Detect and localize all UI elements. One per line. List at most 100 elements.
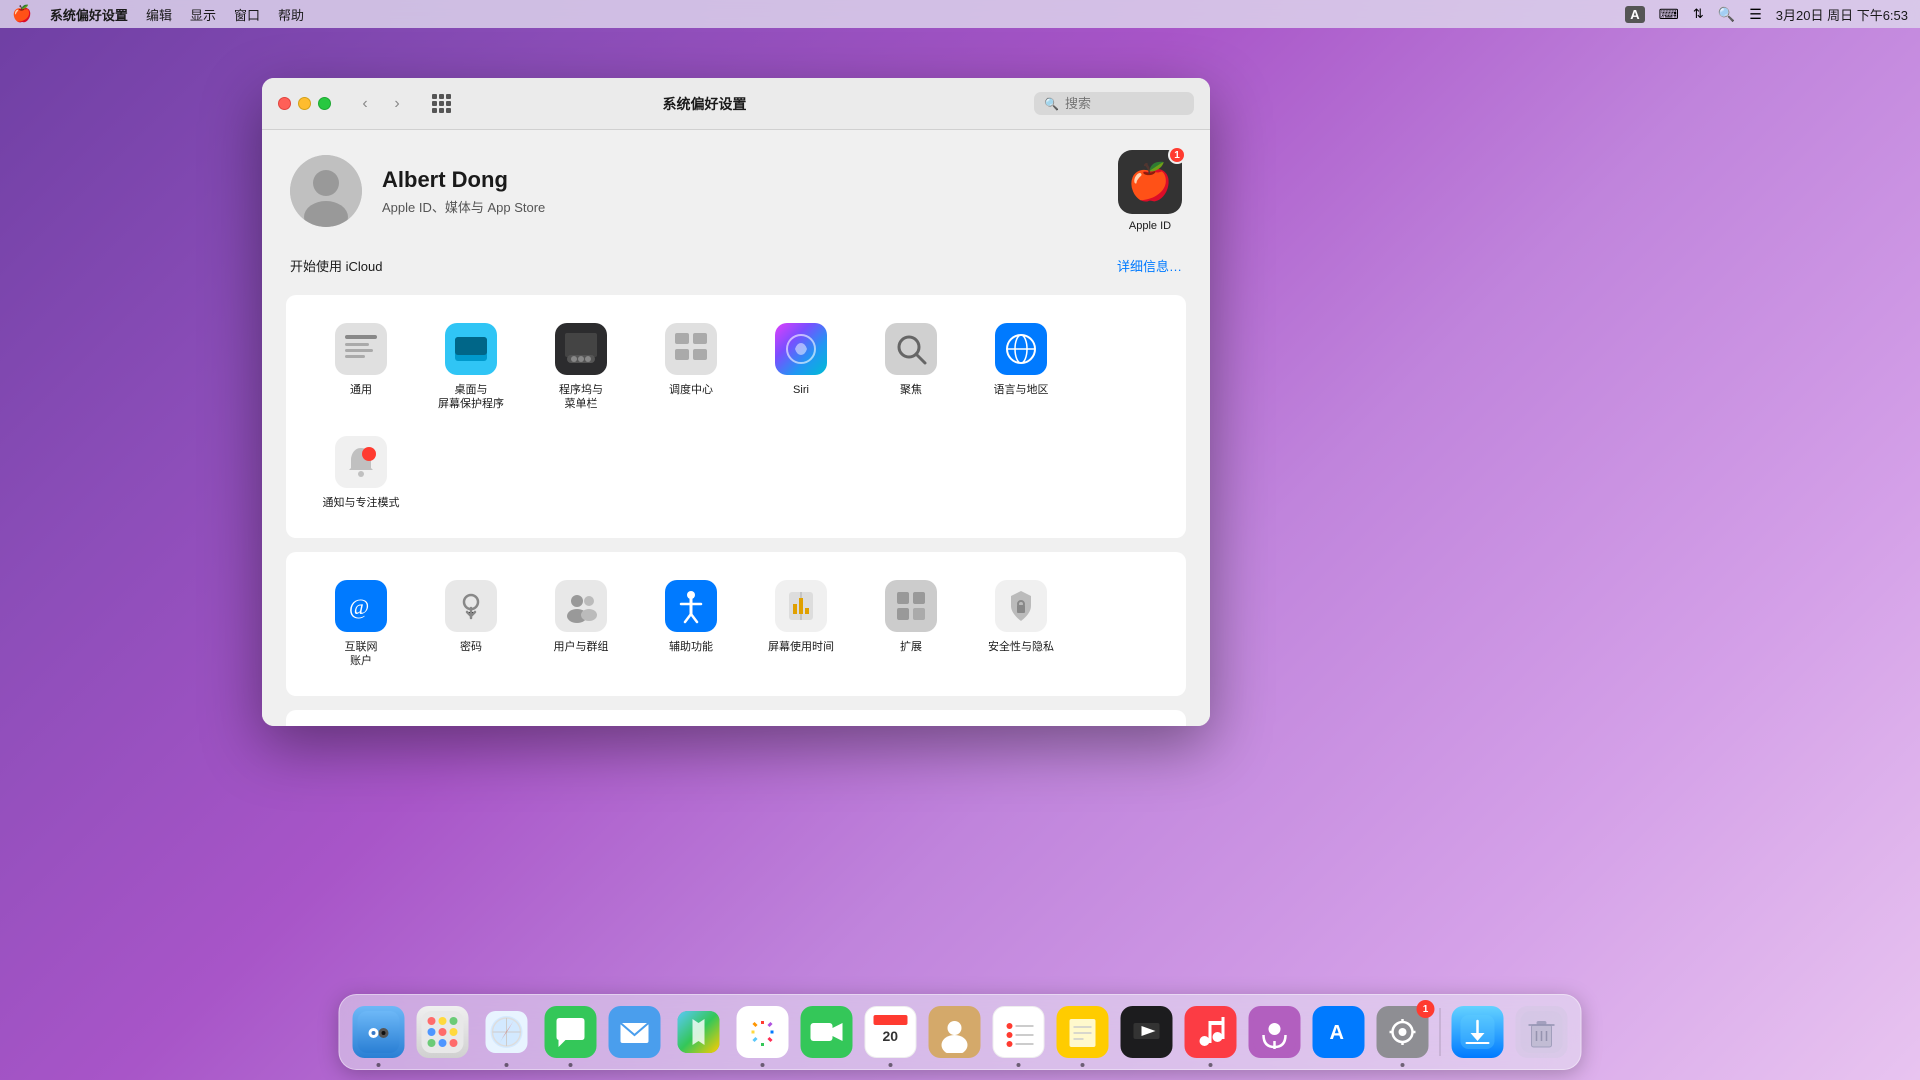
- menubar-search-icon[interactable]: 🔍: [1718, 6, 1735, 23]
- pref-label-dock: 程序坞与 菜单栏: [559, 383, 603, 412]
- dock-dot-music: [1209, 1063, 1213, 1067]
- back-button[interactable]: ‹: [351, 90, 379, 118]
- svg-text:A: A: [1330, 1022, 1344, 1044]
- dock-item-contacts[interactable]: [926, 1003, 984, 1061]
- icloud-banner: 开始使用 iCloud 详细信息…: [286, 256, 1186, 275]
- dock-dot-notes: [1081, 1063, 1085, 1067]
- menubar-app-name[interactable]: 系统偏好设置: [50, 5, 128, 24]
- dock-dot-photos: [761, 1063, 765, 1067]
- dock-dot-syspref: [1401, 1063, 1405, 1067]
- pref-item-extensions[interactable]: 扩展: [856, 568, 966, 681]
- dock-item-reminders[interactable]: [990, 1003, 1048, 1061]
- pref-item-notify[interactable]: 通知与专注模式: [306, 424, 416, 522]
- pref-item-users[interactable]: 用户与群组: [526, 568, 636, 681]
- menubar-right: A ⌨ ⇅ 🔍 ☰ 3月20日 周日 下午6:53: [1625, 5, 1908, 24]
- profile-section: Albert Dong Apple ID、媒体与 App Store 🍎 1 A…: [286, 150, 1186, 232]
- menubar: 🍎 系统偏好设置 编辑 显示 窗口 帮助 A ⌨ ⇅ 🔍 ☰ 3月20日 周日 …: [0, 0, 1920, 28]
- pref-label-security: 安全性与隐私: [988, 640, 1054, 654]
- pref-item-passwords[interactable]: 密码: [416, 568, 526, 681]
- apple-id-icon-wrap: 🍎 1: [1118, 150, 1182, 214]
- pref-item-language[interactable]: 语言与地区: [966, 311, 1076, 424]
- dock-item-mail[interactable]: [606, 1003, 664, 1061]
- search-icon: 🔍: [1044, 97, 1059, 111]
- pref-item-screentime[interactable]: 屏幕使用时间: [746, 568, 856, 681]
- apple-id-label: Apple ID: [1129, 220, 1171, 232]
- dock-item-messages[interactable]: [542, 1003, 600, 1061]
- dock-item-photos[interactable]: [734, 1003, 792, 1061]
- pref-label-spotlight: 聚焦: [900, 383, 922, 397]
- pref-label-general: 通用: [350, 383, 372, 397]
- pref-item-internet[interactable]: @ 互联网 账户: [306, 568, 416, 681]
- dock-item-calendar[interactable]: 20: [862, 1003, 920, 1061]
- svg-text:@: @: [349, 594, 369, 619]
- dock-item-appstore[interactable]: A: [1310, 1003, 1368, 1061]
- dock-item-music[interactable]: [1182, 1003, 1240, 1061]
- titlebar: ‹ › 系统偏好设置 🔍: [262, 78, 1210, 130]
- pref-item-accessibility[interactable]: 辅助功能: [636, 568, 746, 681]
- apple-menu[interactable]: 🍎: [12, 4, 32, 24]
- dock-item-facetime[interactable]: [798, 1003, 856, 1061]
- pref-grid-1: 通用 桌面与 屏幕保护程序 程序坞与 菜单栏: [306, 311, 1166, 522]
- window-title: 系统偏好设置: [387, 94, 1022, 114]
- pref-grid-2: @ 互联网 账户 密码 用户与群组: [306, 568, 1166, 681]
- dock-item-syspref[interactable]: 1: [1374, 1003, 1432, 1061]
- menubar-left: 🍎 系统偏好设置 编辑 显示 窗口 帮助: [12, 4, 304, 24]
- pref-label-desktop: 桌面与 屏幕保护程序: [438, 383, 504, 412]
- menubar-control-center[interactable]: ☰: [1749, 6, 1762, 23]
- dock-item-podcasts[interactable]: [1246, 1003, 1304, 1061]
- dock-dot-messages: [569, 1063, 573, 1067]
- icloud-link[interactable]: 详细信息…: [1117, 256, 1182, 275]
- dock-dot-finder: [377, 1063, 381, 1067]
- pref-label-siri: Siri: [793, 383, 809, 397]
- pref-item-dock[interactable]: 程序坞与 菜单栏: [526, 311, 636, 424]
- close-button[interactable]: [278, 97, 291, 110]
- pref-item-spotlight[interactable]: 聚焦: [856, 311, 966, 424]
- icloud-text: 开始使用 iCloud: [290, 256, 382, 275]
- dock-item-notes[interactable]: [1054, 1003, 1112, 1061]
- pref-label-internet: 互联网 账户: [345, 640, 378, 669]
- dock-item-launchpad[interactable]: [414, 1003, 472, 1061]
- pref-item-general[interactable]: 通用: [306, 311, 416, 424]
- menubar-keyboard-icon[interactable]: ⌨: [1659, 6, 1679, 23]
- profile-name: Albert Dong: [382, 167, 545, 193]
- pref-label-passwords: 密码: [460, 640, 482, 654]
- dock-item-trash[interactable]: [1513, 1003, 1571, 1061]
- menubar-edit[interactable]: 编辑: [146, 5, 172, 24]
- main-window: ‹ › 系统偏好设置 🔍: [262, 78, 1210, 726]
- dock-dot-reminders: [1017, 1063, 1021, 1067]
- pref-label-mission: 调度中心: [669, 383, 713, 397]
- dock-item-maps[interactable]: [670, 1003, 728, 1061]
- pref-item-mission[interactable]: 调度中心: [636, 311, 746, 424]
- dock-item-finder[interactable]: [350, 1003, 408, 1061]
- pref-label-extensions: 扩展: [900, 640, 922, 654]
- dock-item-downloads[interactable]: [1449, 1003, 1507, 1061]
- search-input[interactable]: [1065, 96, 1185, 111]
- dock-item-appletv[interactable]: [1118, 1003, 1176, 1061]
- menubar-input-icon[interactable]: A: [1625, 6, 1644, 23]
- apple-id-icon: 🍎: [1128, 161, 1173, 203]
- pref-label-users: 用户与群组: [554, 640, 609, 654]
- apple-id-button[interactable]: 🍎 1 Apple ID: [1118, 150, 1182, 232]
- pref-label-notify: 通知与专注模式: [323, 496, 400, 510]
- search-bar[interactable]: 🔍: [1034, 92, 1194, 115]
- menubar-view[interactable]: 显示: [190, 5, 216, 24]
- window-content: Albert Dong Apple ID、媒体与 App Store 🍎 1 A…: [262, 130, 1210, 726]
- dock-separator: [1440, 1008, 1441, 1056]
- traffic-lights: [278, 97, 331, 110]
- pref-label-accessibility: 辅助功能: [669, 640, 713, 654]
- pref-item-desktop[interactable]: 桌面与 屏幕保护程序: [416, 311, 526, 424]
- dock-dot-calendar: [889, 1063, 893, 1067]
- minimize-button[interactable]: [298, 97, 311, 110]
- menubar-window[interactable]: 窗口: [234, 5, 260, 24]
- pref-section-2: @ 互联网 账户 密码 用户与群组: [286, 552, 1186, 697]
- pref-item-siri[interactable]: Siri: [746, 311, 856, 424]
- maximize-button[interactable]: [318, 97, 331, 110]
- dock-item-safari[interactable]: [478, 1003, 536, 1061]
- pref-label-screentime: 屏幕使用时间: [768, 640, 834, 654]
- menubar-help[interactable]: 帮助: [278, 5, 304, 24]
- menubar-arrows-icon[interactable]: ⇅: [1693, 6, 1704, 22]
- pref-section-3: 软件更新 网络 蓝牙: [286, 710, 1186, 726]
- pref-item-security[interactable]: 安全性与隐私: [966, 568, 1076, 681]
- dock-dot-safari: [505, 1063, 509, 1067]
- dock-badge-syspref: 1: [1417, 1000, 1435, 1018]
